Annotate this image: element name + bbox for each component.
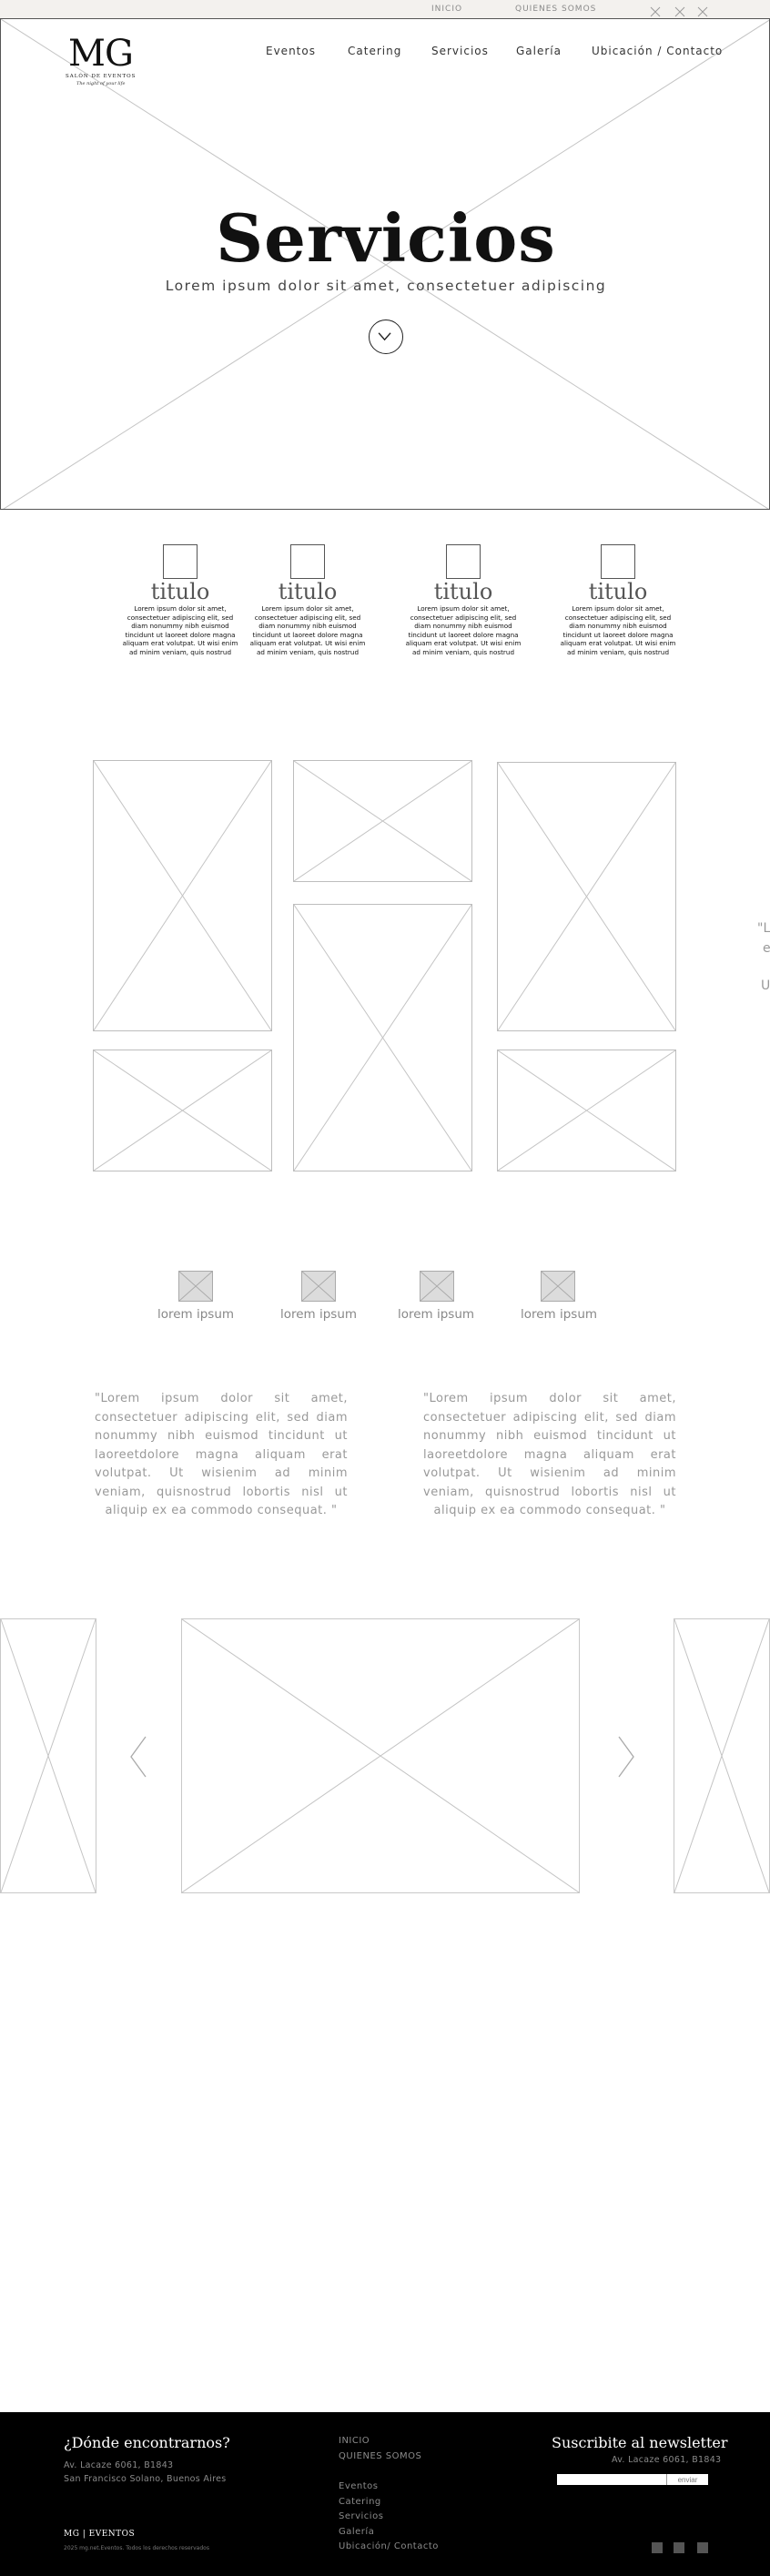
gallery-image-placeholder[interactable] <box>293 760 472 882</box>
newsletter-title: Suscribite al newsletter <box>552 2434 728 2451</box>
logo-tagline: The night of your life <box>76 81 126 86</box>
top-link-inicio[interactable]: INICIO <box>431 5 462 14</box>
feature-text: Lorem ipsum dolor sit amet, consectetuer… <box>249 604 366 656</box>
carousel-side-image-placeholder <box>0 1618 96 1893</box>
service-icon-label: lorem ipsum <box>397 1307 475 1322</box>
scroll-down-button[interactable] <box>369 319 403 354</box>
gallery-image-placeholder[interactable] <box>293 904 472 1171</box>
top-utility-bar: INICIO QUIENES SOMOS <box>0 0 770 18</box>
newsletter-address: Av. Lacaze 6061, B1843 <box>612 2455 722 2465</box>
feature-text: Lorem ipsum dolor sit amet, consectetuer… <box>560 604 676 656</box>
footer-link-galeria[interactable]: Galería <box>339 2527 374 2537</box>
service-icon-placeholder <box>178 1271 213 1302</box>
nav-item-eventos[interactable]: Eventos <box>266 45 316 57</box>
page-title: Servicios <box>216 199 556 277</box>
feature-title: titulo <box>278 579 338 604</box>
logo-mark: MG <box>68 33 134 75</box>
gallery-image-placeholder[interactable] <box>497 762 676 1031</box>
social-icon[interactable] <box>652 2542 663 2553</box>
feature-block: titulo Lorem ipsum dolor sit amet, conse… <box>559 544 677 656</box>
feature-title: titulo <box>588 579 648 604</box>
side-quote-fragment: e <box>763 941 770 956</box>
feature-title: titulo <box>433 579 493 604</box>
gallery-image-placeholder[interactable] <box>497 1050 676 1171</box>
close-icon[interactable] <box>650 4 661 17</box>
newsletter-submit-button[interactable]: enviar <box>666 2474 708 2485</box>
footer-logo: MG | EVENTOS <box>64 2530 136 2539</box>
footer-link-servicios[interactable]: Servicios <box>339 2511 383 2521</box>
top-link-quienes-somos[interactable]: QUIENES SOMOS <box>515 5 596 14</box>
side-quote-fragment: "Lo <box>757 921 770 936</box>
service-icon-placeholder <box>301 1271 336 1302</box>
hero-subtitle: Lorem ipsum dolor sit amet, consectetuer… <box>165 278 607 294</box>
close-icon[interactable] <box>697 4 708 17</box>
testimonial-quote: "Lorem ipsum dolor sit amet, consectetue… <box>95 1392 348 1517</box>
feature-icon <box>446 544 481 579</box>
feature-icon <box>601 544 635 579</box>
feature-block: titulo Lorem ipsum dolor sit amet, conse… <box>248 544 367 656</box>
carousel-main-image-placeholder[interactable] <box>181 1618 580 1893</box>
chevron-right-icon[interactable] <box>615 1734 637 1780</box>
close-icon[interactable] <box>674 4 685 17</box>
feature-title: titulo <box>150 579 210 604</box>
carousel-side-image-placeholder <box>674 1618 770 1893</box>
footer-link-catering[interactable]: Catering <box>339 2497 381 2507</box>
testimonial-quote: "Lorem ipsum dolor sit amet, consectetue… <box>423 1392 676 1517</box>
service-icon-label: lorem ipsum <box>520 1307 598 1322</box>
nav-item-galeria[interactable]: Galería <box>516 45 562 57</box>
feature-block: titulo Lorem ipsum dolor sit amet, conse… <box>404 544 522 656</box>
feature-text: Lorem ipsum dolor sit amet, consectetuer… <box>122 604 238 656</box>
feature-icon <box>163 544 198 579</box>
service-icon-label: lorem ipsum <box>279 1307 358 1322</box>
newsletter-email-input[interactable] <box>557 2474 666 2485</box>
feature-icon <box>290 544 325 579</box>
footer-location-title: ¿Dónde encontrarnos? <box>64 2434 230 2451</box>
chevron-left-icon[interactable] <box>127 1734 149 1780</box>
service-icon-placeholder <box>420 1271 454 1302</box>
gallery-image-placeholder[interactable] <box>93 1050 272 1171</box>
nav-item-ubicacion-contacto[interactable]: Ubicación / Contacto <box>592 45 723 57</box>
nav-item-catering[interactable]: Catering <box>348 45 401 57</box>
footer-link-ubicacion-contacto[interactable]: Ubicación/ Contacto <box>339 2541 439 2551</box>
social-icon[interactable] <box>674 2542 684 2553</box>
footer-address-line: San Francisco Solano, Buenos Aires <box>64 2474 227 2484</box>
hero-section: MG SALÓN DE EVENTOS The night of your li… <box>0 18 770 510</box>
chevron-down-icon <box>378 332 391 341</box>
footer-address-line: Av. Lacaze 6061, B1843 <box>64 2460 174 2470</box>
side-quote-fragment: U <box>761 979 770 993</box>
footer-link-inicio[interactable]: INICIO <box>339 2436 370 2446</box>
footer-copyright: 2025 mg.net.Eventos. Todos los derechos … <box>64 2545 209 2551</box>
feature-block: titulo Lorem ipsum dolor sit amet, conse… <box>121 544 239 656</box>
nav-item-servicios[interactable]: Servicios <box>431 45 489 57</box>
footer-link-eventos[interactable]: Eventos <box>339 2481 378 2491</box>
gallery-image-placeholder[interactable] <box>93 760 272 1031</box>
service-icon-placeholder <box>541 1271 575 1302</box>
social-icon[interactable] <box>697 2542 708 2553</box>
footer-link-quienes-somos[interactable]: QUIENES SOMOS <box>339 2451 421 2461</box>
service-icon-label: lorem ipsum <box>157 1307 235 1322</box>
logo-subtitle: SALÓN DE EVENTOS <box>66 74 137 79</box>
feature-text: Lorem ipsum dolor sit amet, consectetuer… <box>405 604 522 656</box>
